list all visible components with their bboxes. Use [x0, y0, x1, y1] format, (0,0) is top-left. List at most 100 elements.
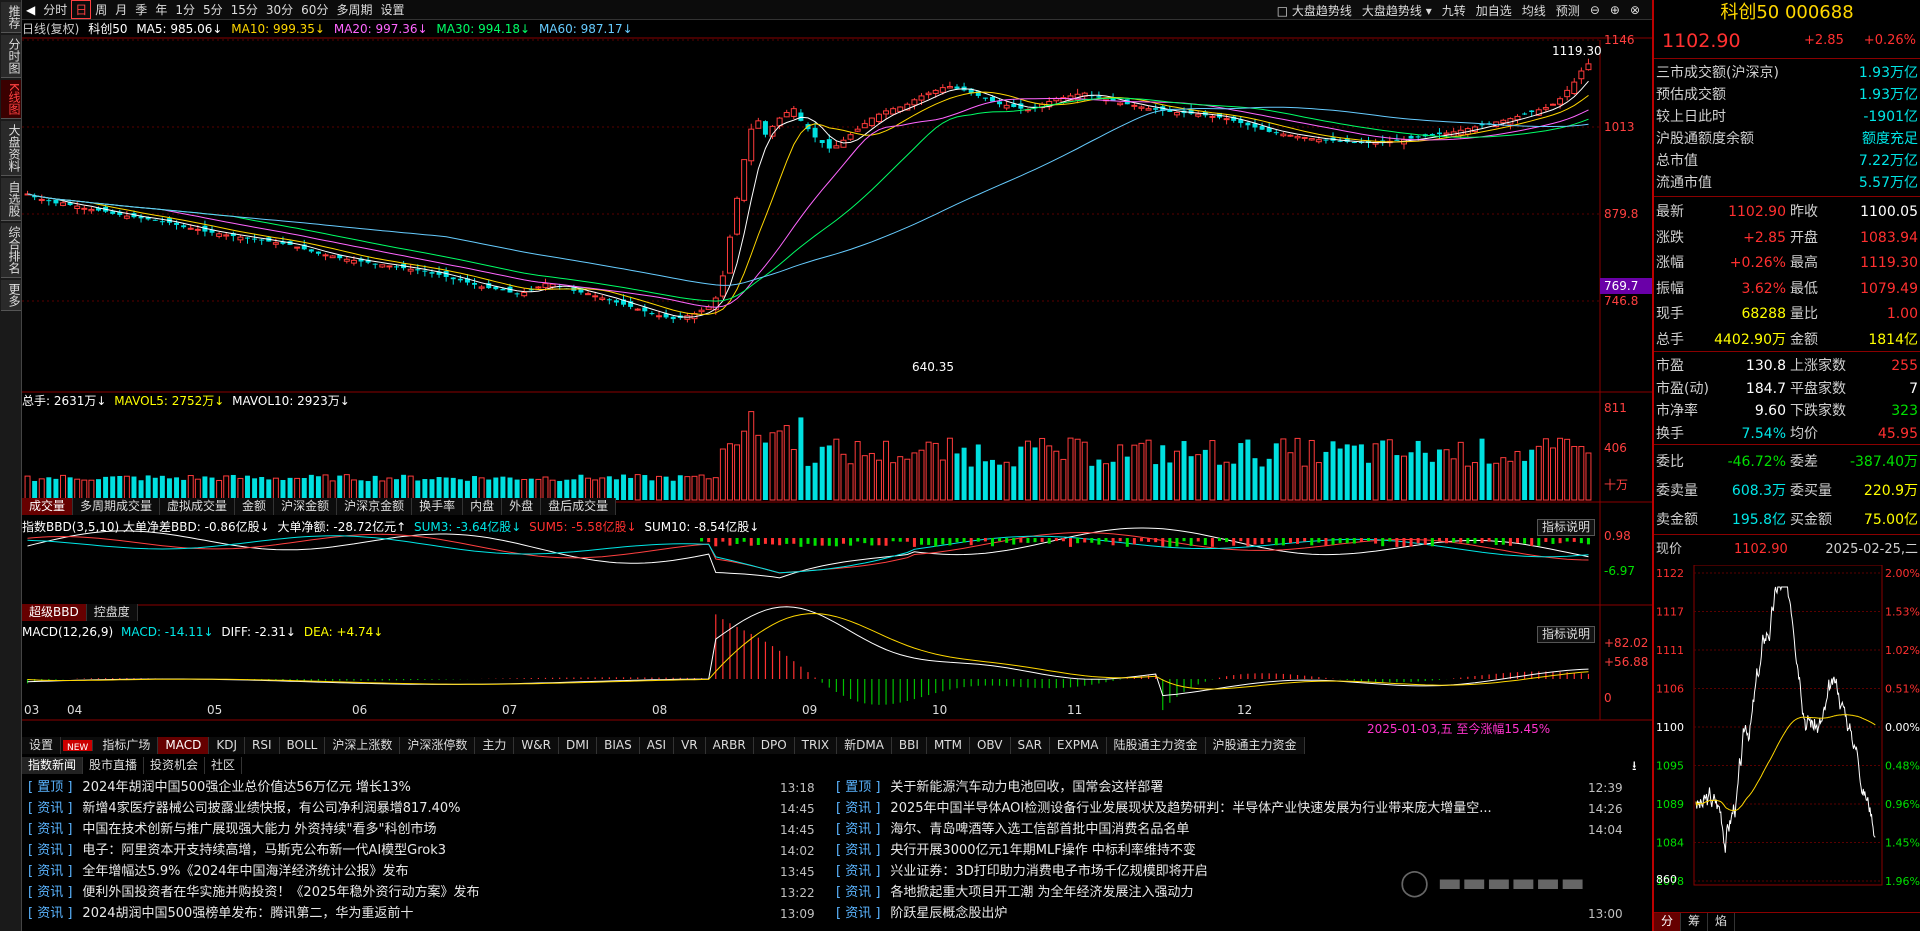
ind-tab[interactable]: OBV: [970, 737, 1011, 754]
volume-bar: [266, 479, 272, 500]
macd-explain-button[interactable]: 指标说明: [1537, 626, 1596, 643]
period-tab-week[interactable]: 周: [91, 1, 111, 18]
bbd-tab[interactable]: 控盘度: [87, 604, 138, 621]
period-tab-15min[interactable]: 15分: [227, 1, 262, 18]
vol-tab[interactable]: 金额: [235, 498, 275, 515]
ind-tab[interactable]: KDJ: [209, 737, 245, 754]
ind-tab[interactable]: 新DMA: [837, 737, 892, 754]
left-tab-recommend[interactable]: 推荐: [1, 2, 21, 33]
news-tab[interactable]: 社区: [205, 757, 243, 774]
left-tab-more[interactable]: 更多: [1, 279, 21, 311]
ind-tab[interactable]: VR: [674, 737, 706, 754]
news-item[interactable]: [ 资讯 ] 新增4家医疗器械公司披露业绩快报，有公司净利润暴增817.40%: [28, 799, 461, 819]
period-tab-30min[interactable]: 30分: [262, 1, 297, 18]
bbd-bar: [1132, 538, 1136, 545]
ind-tab[interactable]: 陆股通主力资金: [1107, 737, 1206, 754]
period-tab-year[interactable]: 年: [151, 1, 171, 18]
download-icon[interactable]: ⭳: [1632, 757, 1637, 779]
ind-tab[interactable]: MTM: [927, 737, 970, 754]
ind-tab[interactable]: EXPMA: [1050, 737, 1107, 754]
mini-right-label: 0.00%: [1885, 721, 1920, 734]
mini-tab[interactable]: 焰: [1708, 913, 1736, 931]
intraday-mini-chart[interactable]: 1122 2.00% 1117 1.53% 1111 1.02% 1106 0.51% 1100…: [1654, 565, 1920, 910]
news-item[interactable]: [ 资讯 ] 电子：阿里资本开支持续高增，马斯克公布新一代AI模型Grok3: [28, 841, 446, 861]
news-tab[interactable]: 股市直播: [83, 757, 145, 774]
ind-tab[interactable]: W&R: [514, 737, 559, 754]
news-tab[interactable]: 指数新闻: [22, 757, 84, 774]
trend-dropdown[interactable]: 大盘趋势线 ▾: [1358, 2, 1436, 19]
mini-tab[interactable]: 筹: [1681, 913, 1709, 931]
ind-tab[interactable]: DPO: [754, 737, 795, 754]
left-tab-watchlist[interactable]: 自选股: [1, 177, 21, 221]
left-tab-ranking[interactable]: 综合排名: [1, 222, 21, 278]
left-tab-kline[interactable]: K线图: [1, 80, 21, 119]
bbd-bar: [799, 538, 803, 547]
forecast-button[interactable]: 预测: [1552, 2, 1584, 19]
minimize-icon[interactable]: ⊖: [1586, 3, 1604, 17]
add-watchlist-button[interactable]: 加自选: [1472, 2, 1516, 19]
trend-checkbox-1[interactable]: □ 大盘趋势线: [1273, 2, 1356, 19]
ind-tab[interactable]: 沪深涨停数: [400, 737, 476, 754]
period-tab-1min[interactable]: 1分: [171, 1, 199, 18]
news-item[interactable]: [ 资讯 ] 海尔、青岛啤酒等入选工信部首批中国消费名品名单: [836, 820, 1189, 840]
period-tab-day[interactable]: 日: [71, 0, 92, 19]
vol-tab[interactable]: 沪深金额: [274, 498, 338, 515]
ind-tab[interactable]: BBI: [892, 737, 927, 754]
quote-value: 4402.90万: [1714, 331, 1786, 348]
period-tab-60min[interactable]: 60分: [297, 1, 332, 18]
maximize-icon[interactable]: ⊕: [1606, 3, 1624, 17]
ind-tab[interactable]: BIAS: [597, 737, 640, 754]
news-item[interactable]: [ 资讯 ] 兴业证券：3D打印助力消费电子市场千亿规模即将开启: [836, 862, 1208, 882]
period-tab-settings[interactable]: 设置: [376, 1, 408, 18]
quote-label: 换手: [1656, 425, 1684, 442]
news-item[interactable]: [ 资讯 ] 各地掀起重大项目开工潮 为全年经济发展注入强动力: [836, 883, 1194, 903]
period-tab-quarter[interactable]: 季: [131, 1, 151, 18]
ind-tab[interactable]: RSI: [245, 737, 280, 754]
ind-tab-macd[interactable]: MACD: [158, 737, 210, 754]
news-item[interactable]: [ 置顶 ] 2024年胡润中国500强企业总价值达56万亿元 增长13%: [28, 778, 411, 798]
news-item[interactable]: [ 置顶 ] 关于新能源汽车动力电池回收，国常会这样部署: [836, 778, 1163, 798]
nine-turn-button[interactable]: 九转: [1438, 2, 1470, 19]
ma-button[interactable]: 均线: [1518, 2, 1550, 19]
ind-tab[interactable]: SAR: [1011, 737, 1050, 754]
news-item[interactable]: [ 资讯 ] 阶跃星辰概念股出炉: [836, 904, 1007, 924]
news-item[interactable]: [ 资讯 ] 2025年中国半导体AOI检测设备行业发展现状及趋势研判：半导体产业…: [836, 799, 1492, 819]
news-item[interactable]: [ 资讯 ] 央行开展3000亿元1年期MLF操作 中标利率维持不变: [836, 841, 1196, 861]
left-tab-market-info[interactable]: 大盘资料: [1, 120, 21, 176]
vol-tab[interactable]: 多周期成交量: [73, 498, 161, 515]
vol-tab[interactable]: 内盘: [463, 498, 503, 515]
ind-tab-settings[interactable]: 设置: [22, 737, 62, 754]
news-item[interactable]: [ 资讯 ] 全年增幅达5.9%《2024年中国海洋经济统计公报》发布: [28, 862, 409, 882]
period-tab-month[interactable]: 月: [111, 1, 131, 18]
news-item[interactable]: [ 资讯 ] 2024胡润中国500强榜单发布：腾讯第二，华为重返前十: [28, 904, 413, 924]
left-tab-intraday[interactable]: 分时图: [1, 35, 21, 78]
ind-tab[interactable]: TRIX: [795, 737, 838, 754]
period-tab-multi[interactable]: 多周期: [332, 1, 376, 18]
vol-tab[interactable]: 盘后成交量: [541, 498, 617, 515]
period-tab-intraday[interactable]: 分时: [39, 1, 71, 18]
vol-tab[interactable]: 沪深京金额: [337, 498, 413, 515]
news-item[interactable]: [ 资讯 ] 中国在技术创新与推广展现强大能力 外资持续"看多"科创市场: [28, 820, 437, 840]
vol-tab[interactable]: 换手率: [412, 498, 464, 515]
back-arrow-icon[interactable]: ◀: [22, 3, 39, 17]
ind-tab[interactable]: ASI: [640, 737, 675, 754]
ind-tab[interactable]: 沪深上涨数: [325, 737, 401, 754]
ind-tab[interactable]: 主力: [475, 737, 515, 754]
bbd-tab[interactable]: 超级BBD: [22, 604, 87, 621]
vol-tab[interactable]: 外盘: [502, 498, 542, 515]
close-icon[interactable]: ⊗: [1626, 3, 1644, 17]
order-rows-item: 卖金额 195.8亿 买金额 75.00亿: [1654, 506, 1920, 535]
news-tab[interactable]: 投资机会: [144, 757, 206, 774]
ind-tab[interactable]: 指标广场: [95, 737, 159, 754]
bbd-explain-button[interactable]: 指标说明: [1537, 519, 1596, 536]
period-tab-5min[interactable]: 5分: [199, 1, 227, 18]
ind-tab[interactable]: DMI: [559, 737, 598, 754]
quote-value: 1119.30: [1860, 255, 1918, 271]
ind-tab[interactable]: 沪股通主力资金: [1206, 737, 1305, 754]
vol-tab[interactable]: 成交量: [22, 498, 74, 515]
ind-tab[interactable]: BOLL: [280, 737, 326, 754]
news-item[interactable]: [ 资讯 ] 便利外国投资者在华实施并购投资！《2025年稳外资行动方案》发布: [28, 883, 480, 903]
vol-tab[interactable]: 虚拟成交量: [160, 498, 236, 515]
mini-tab[interactable]: 分: [1654, 913, 1682, 931]
ind-tab[interactable]: ARBR: [706, 737, 754, 754]
